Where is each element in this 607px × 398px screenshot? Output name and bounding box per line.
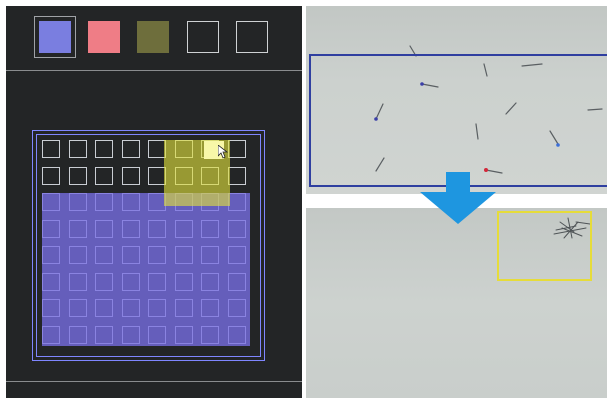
grid-cell[interactable] (95, 193, 113, 211)
grid-cell[interactable] (42, 299, 60, 317)
grid-cell[interactable] (95, 326, 113, 344)
grid-cell[interactable] (122, 167, 140, 185)
grid-cell[interactable] (122, 220, 140, 238)
grid-cell[interactable] (201, 167, 219, 185)
grid-cell[interactable] (201, 299, 219, 317)
grid-cell[interactable] (201, 220, 219, 238)
grid-cell[interactable] (42, 220, 60, 238)
swatch-olive[interactable] (137, 21, 169, 53)
grid-cell[interactable] (201, 273, 219, 291)
grid-cell[interactable] (228, 193, 246, 211)
grid-cell[interactable] (122, 299, 140, 317)
grid-cell[interactable] (228, 273, 246, 291)
grid-cell[interactable] (42, 140, 60, 158)
grid-cell[interactable] (175, 299, 193, 317)
grid-cell[interactable] (122, 246, 140, 264)
grid-cell[interactable] (228, 246, 246, 264)
grid-cell[interactable] (175, 220, 193, 238)
grid-cell[interactable] (69, 220, 87, 238)
grid-cell[interactable] (148, 299, 166, 317)
grid-cell[interactable] (175, 193, 193, 211)
grid-cell[interactable] (69, 167, 87, 185)
grid-cell[interactable] (69, 326, 87, 344)
grid-cell[interactable] (69, 273, 87, 291)
grid-cell[interactable] (228, 140, 246, 158)
grid-cell[interactable] (201, 326, 219, 344)
blue-roi-box (309, 54, 607, 187)
grid-cell[interactable] (95, 299, 113, 317)
swatch-purple[interactable] (39, 21, 71, 53)
grid-cell[interactable] (122, 193, 140, 211)
grid-cell[interactable] (122, 273, 140, 291)
grid-cell[interactable] (201, 193, 219, 211)
grid-cell[interactable] (148, 326, 166, 344)
grid-cell[interactable] (175, 140, 193, 158)
grid-cell[interactable] (175, 246, 193, 264)
grid-cell[interactable] (175, 167, 193, 185)
bottom-divider (6, 381, 302, 382)
grid-cell[interactable] (148, 220, 166, 238)
grid-cell[interactable] (148, 246, 166, 264)
grid-cell[interactable] (69, 246, 87, 264)
grid-cell[interactable] (42, 246, 60, 264)
grid-cell[interactable] (148, 193, 166, 211)
arrow-down-icon (420, 172, 496, 224)
yellow-roi-box (497, 211, 592, 281)
swatch-empty-2[interactable] (236, 21, 268, 53)
grid-cell[interactable] (95, 273, 113, 291)
swatch-red[interactable] (88, 21, 120, 53)
grid-cell[interactable] (148, 167, 166, 185)
video-frame-bottom (306, 208, 607, 398)
grid-cell[interactable] (95, 246, 113, 264)
grid-cell[interactable] (201, 246, 219, 264)
grid-cell[interactable] (122, 326, 140, 344)
swatch-empty-1[interactable] (187, 21, 219, 53)
grid-cell[interactable] (228, 220, 246, 238)
grid-cell[interactable] (175, 273, 193, 291)
grid-cell[interactable] (42, 193, 60, 211)
cell-grid (42, 140, 252, 350)
grid-cell[interactable] (95, 140, 113, 158)
grid-cell[interactable] (95, 167, 113, 185)
grid-cell[interactable] (69, 140, 87, 158)
grid-cell[interactable] (201, 140, 219, 158)
grid-cell[interactable] (42, 326, 60, 344)
grid-cell[interactable] (228, 167, 246, 185)
grid-cell[interactable] (122, 140, 140, 158)
grid-cell[interactable] (42, 273, 60, 291)
grid-cell[interactable] (42, 167, 60, 185)
grid-cell[interactable] (148, 273, 166, 291)
grid-cell[interactable] (148, 140, 166, 158)
grid-cell[interactable] (228, 299, 246, 317)
video-frame-top (306, 6, 607, 194)
grid-cell[interactable] (95, 220, 113, 238)
grid-cell[interactable] (69, 299, 87, 317)
grid-cell[interactable] (175, 326, 193, 344)
top-divider (6, 70, 302, 71)
grid-cell[interactable] (69, 193, 87, 211)
grid-cell[interactable] (228, 326, 246, 344)
